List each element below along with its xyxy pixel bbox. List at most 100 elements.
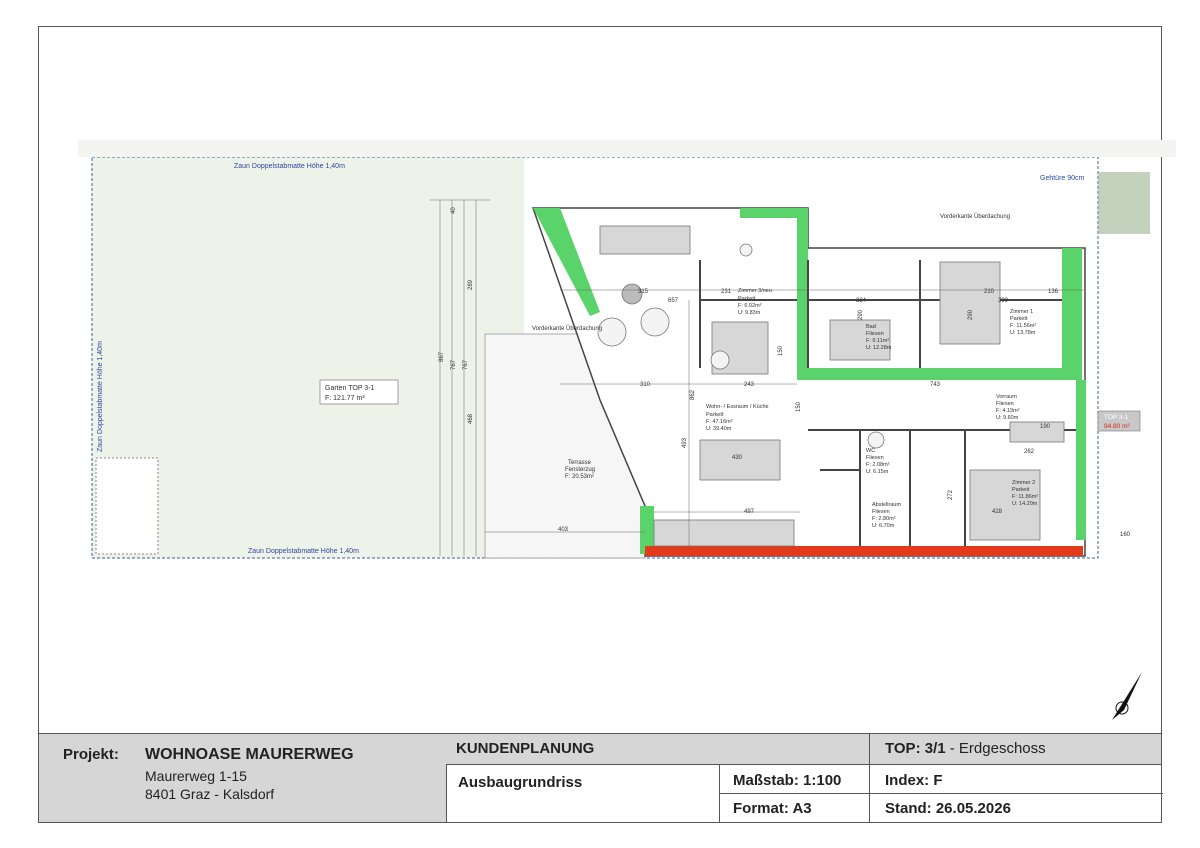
date-label: Stand:: [885, 800, 932, 817]
dim-text: 160: [1120, 532, 1131, 538]
scale: Maßstab: 1:100: [733, 772, 841, 789]
dim-text: 468: [468, 413, 474, 424]
project-info: Projekt: WOHNOASE MAURERWEG Maurerweg 1-…: [39, 734, 447, 822]
svg-text:U: 9.60m: U: 9.60m: [996, 415, 1019, 421]
wall-new-right: [1062, 248, 1082, 368]
shed: [95, 457, 159, 555]
dim-text: 150: [778, 345, 784, 356]
svg-text:Bad: Bad: [866, 324, 876, 330]
room-zimmer1: Zimmer 1 Parkett F: 11.56m² U: 13.78m: [1010, 309, 1036, 336]
project-label: Projekt:: [63, 746, 119, 763]
scale-label: Maßstab:: [733, 772, 799, 789]
title-block: Projekt: WOHNOASE MAURERWEG Maurerweg 1-…: [38, 733, 1163, 823]
wall-new-mid: [797, 368, 1082, 380]
format: Format: A3: [733, 800, 812, 817]
top-info: TOP: 3/1 - Erdgeschoss: [885, 740, 1046, 757]
overhang-top: Vorderkante Überdachung: [940, 213, 1010, 220]
svg-text:Abstellraum: Abstellraum: [872, 502, 901, 508]
svg-text:Parkett: Parkett: [738, 296, 756, 302]
gate-label: Gehtüre 90cm: [1040, 175, 1085, 182]
room-vorraum: Vorraum Fliesen F: 4.19m² U: 9.60m: [996, 394, 1020, 421]
planning-title: KUNDENPLANUNG: [456, 740, 595, 757]
unit-badge-label: TOP 3-1: [1104, 414, 1129, 421]
dim-text: 403: [558, 527, 569, 533]
dim-text: 657: [668, 298, 679, 304]
dim-text: 399: [998, 298, 1009, 304]
plan-type: Ausbaugrundriss: [458, 774, 583, 791]
format-label: Format:: [733, 800, 789, 817]
address-line1: Maurerweg 1-15: [145, 768, 247, 784]
svg-text:F: 11.86m²: F: 11.86m²: [1012, 494, 1038, 500]
top-value: 3/1: [924, 740, 946, 757]
index-label: Index:: [885, 772, 930, 789]
svg-text:Vorraum: Vorraum: [996, 394, 1017, 400]
overhang-left: Vorderkante Überdachung: [532, 325, 602, 332]
neighbour-green: [1098, 172, 1150, 234]
divider: [869, 793, 1163, 794]
svg-text:Zimmer 3/neu: Zimmer 3/neu: [738, 288, 772, 294]
svg-text:U: 39.40m: U: 39.40m: [706, 426, 732, 432]
dim-text: 243: [744, 382, 755, 388]
dim-text: 743: [930, 382, 941, 388]
dim-text: 40: [451, 207, 457, 214]
svg-text:U: 9.83m: U: 9.83m: [738, 310, 761, 316]
dim-text: 210: [984, 289, 995, 295]
unit-badge-area: 94.80 m²: [1104, 423, 1130, 430]
dim-text: 190: [1040, 424, 1051, 430]
terrace-area: F: 20.53m²: [565, 474, 594, 480]
floor-plan: Zaun Doppelstabmatte Höhe 1,40m Zaun Dop…: [78, 140, 1176, 720]
dim-text: 272: [948, 489, 954, 500]
svg-text:U: 6.70m: U: 6.70m: [872, 523, 895, 529]
dim-text: 290: [858, 309, 864, 320]
svg-text:Wohn- / Essraum / Küche: Wohn- / Essraum / Küche: [706, 404, 769, 410]
index-value: F: [933, 772, 943, 789]
svg-text:Zimmer 1: Zimmer 1: [1010, 309, 1033, 315]
svg-text:U: 14.20m: U: 14.20m: [1012, 501, 1038, 507]
dim-text: 767: [451, 359, 457, 370]
wall-red-bottom: [645, 546, 1083, 556]
terrace-sub: Fensterzug: [565, 467, 595, 473]
svg-text:Parkett: Parkett: [1010, 316, 1028, 322]
paved-strip: [78, 140, 1176, 157]
fence-label-left: Zaun Doppelstabmatte Höhe 1,40m: [97, 341, 104, 452]
top-floor: - Erdgeschoss: [949, 740, 1046, 757]
svg-text:F: 4.19m²: F: 4.19m²: [996, 408, 1020, 414]
room-zimmer2: Zimmer 2 Parkett F: 11.86m² U: 14.20m: [1012, 480, 1038, 507]
dim-text: 231: [721, 289, 732, 295]
svg-text:F: 6.02m²: F: 6.02m²: [738, 303, 762, 309]
svg-text:U: 6.15m: U: 6.15m: [866, 469, 889, 475]
svg-text:F: 11.56m²: F: 11.56m²: [1010, 323, 1036, 329]
dim-text: 262: [1024, 449, 1035, 455]
index: Index: F: [885, 772, 943, 789]
garden-area: F: 121.77 m²: [325, 395, 365, 402]
terrace-label: Terrasse: [568, 460, 592, 466]
dim-text: 136: [1048, 289, 1059, 295]
project-name: WOHNOASE MAURERWEG: [145, 746, 354, 763]
wall-new-top2: [797, 208, 808, 374]
dim-text: 290: [968, 309, 974, 320]
dim-text: 497: [744, 509, 755, 515]
dim-text: 150: [796, 401, 802, 412]
svg-text:Fliesen: Fliesen: [866, 331, 884, 337]
dim-text: 430: [732, 455, 743, 461]
dim-text: 862: [690, 389, 696, 400]
dim-text: 310: [640, 382, 651, 388]
dim-text: 315: [638, 289, 649, 295]
top-label: TOP:: [885, 740, 921, 757]
svg-text:Fliesen: Fliesen: [866, 455, 884, 461]
dim-text: 493: [682, 437, 688, 448]
wall-new-right2: [1076, 380, 1086, 540]
divider: [869, 734, 870, 822]
svg-text:Fliesen: Fliesen: [872, 509, 890, 515]
svg-text:WC: WC: [866, 448, 875, 454]
svg-text:Zimmer 2: Zimmer 2: [1012, 480, 1035, 486]
address-line2: 8401 Graz - Kalsdorf: [145, 786, 275, 802]
svg-text:Parkett: Parkett: [706, 412, 724, 418]
svg-text:U: 13.78m: U: 13.78m: [1010, 330, 1036, 336]
svg-text:F: 9.11m²: F: 9.11m²: [866, 338, 889, 344]
date: Stand: 26.05.2026: [885, 800, 1011, 817]
svg-text:F: 47.16m²: F: 47.16m²: [706, 419, 733, 425]
dim-text: 428: [992, 509, 1003, 515]
divider: [719, 793, 869, 794]
north-arrow-icon: [1112, 672, 1142, 720]
